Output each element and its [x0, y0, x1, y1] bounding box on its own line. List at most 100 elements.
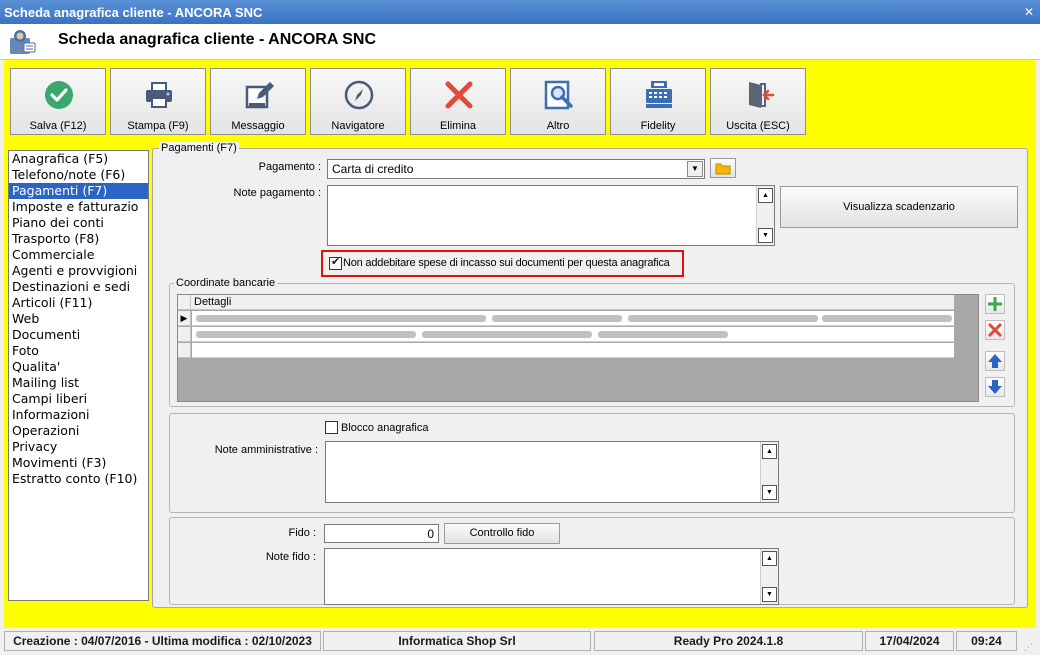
- message-button-label: Messaggio: [231, 120, 285, 132]
- visualizza-scadenzario-button[interactable]: Visualizza scadenzario: [780, 186, 1018, 228]
- sidebar-item-pagamenti[interactable]: Pagamenti (F7): [9, 183, 148, 199]
- fidelity-button-label: Fidelity: [640, 120, 676, 132]
- note-fido-label: Note fido :: [265, 551, 316, 563]
- delete-button[interactable]: Elimina: [410, 68, 506, 135]
- sidebar-item-campi-liberi[interactable]: Campi liberi: [9, 391, 148, 407]
- navigator-button-label: Navigatore: [331, 120, 385, 132]
- fido-group: Fido : 0 Controllo fido Note fido : ▲ ▼: [169, 517, 1015, 605]
- note-amministrative-textarea[interactable]: ▲ ▼: [325, 441, 779, 503]
- window-title: Scheda anagrafica cliente - ANCORA SNC: [4, 5, 263, 20]
- coordinate-grid: Dettagli ▶: [177, 294, 979, 402]
- sidebar-item-foto[interactable]: Foto: [9, 343, 148, 359]
- exit-button[interactable]: Uscita (ESC): [710, 68, 806, 135]
- note-pagamento-label: Note pagamento :: [233, 187, 321, 199]
- fido-label: Fido :: [288, 527, 316, 539]
- sidebar-item-trasporto[interactable]: Trasporto (F8): [9, 231, 148, 247]
- no-spese-checkbox[interactable]: [329, 255, 342, 270]
- navigator-button[interactable]: Navigatore: [310, 68, 406, 135]
- table-row[interactable]: [178, 343, 954, 358]
- status-bar: Creazione : 04/07/2016 - Ultima modifica…: [0, 628, 1040, 655]
- table-cell[interactable]: [192, 311, 954, 326]
- delete-button-label: Elimina: [439, 120, 477, 132]
- note-fido-textarea[interactable]: ▲ ▼: [324, 548, 779, 605]
- sidebar-item-commerciale[interactable]: Commerciale: [9, 247, 148, 263]
- column-dettagli[interactable]: Dettagli: [194, 296, 231, 308]
- current-row-indicator: ▶: [178, 311, 191, 326]
- open-folder-button[interactable]: [710, 158, 736, 178]
- scroll-down-icon[interactable]: ▼: [758, 228, 773, 243]
- delete-row-button[interactable]: [985, 320, 1005, 340]
- note-amministrative-label: Note amministrative :: [214, 444, 318, 456]
- save-button[interactable]: Salva (F12): [10, 68, 106, 135]
- coordinate-bancarie-group: Coordinate bancarie Dettagli ▶: [169, 277, 1015, 407]
- move-up-button[interactable]: [985, 351, 1005, 371]
- compass-icon: [344, 80, 374, 110]
- content-area: Salva (F12) Stampa (F9) Messaggio Naviga…: [4, 60, 1036, 628]
- note-amm-scrollbar[interactable]: ▲ ▼: [760, 442, 778, 502]
- scroll-down-icon[interactable]: ▼: [762, 587, 777, 602]
- customer-card-icon: [10, 30, 36, 54]
- sidebar-item-piano-conti[interactable]: Piano dei conti: [9, 215, 148, 231]
- pagamento-value: Carta di credito: [332, 162, 414, 176]
- sidebar-item-privacy[interactable]: Privacy: [9, 439, 148, 455]
- save-button-label: Salva (F12): [29, 120, 87, 132]
- sidebar-item-telefono[interactable]: Telefono/note (F6): [9, 167, 148, 183]
- row-indicator: [178, 327, 191, 342]
- form-header: Scheda anagrafica cliente - ANCORA SNC: [0, 24, 1040, 60]
- status-dates: Creazione : 04/07/2016 - Ultima modifica…: [4, 631, 321, 651]
- table-cell[interactable]: [192, 327, 954, 342]
- arrow-up-icon: [988, 354, 1002, 368]
- note-pagamento-scrollbar[interactable]: ▲ ▼: [756, 186, 774, 245]
- sidebar-item-estratto-conto[interactable]: Estratto conto (F10): [9, 471, 148, 487]
- controllo-fido-button[interactable]: Controllo fido: [444, 523, 560, 544]
- pagamento-label: Pagamento :: [258, 161, 321, 173]
- page-title: Scheda anagrafica cliente - ANCORA SNC: [58, 31, 377, 48]
- blocco-anagrafica-label: Blocco anagrafica: [341, 422, 429, 434]
- sidebar-item-imposte[interactable]: Imposte e fatturazio: [9, 199, 148, 215]
- chevron-down-icon: ▼: [687, 161, 703, 177]
- scroll-down-icon[interactable]: ▼: [762, 485, 777, 500]
- note-fido-scrollbar[interactable]: ▲ ▼: [760, 549, 778, 604]
- status-company: Informatica Shop Srl: [323, 631, 591, 651]
- table-row[interactable]: [178, 327, 954, 342]
- scroll-up-icon[interactable]: ▲: [762, 444, 777, 459]
- sidebar-item-web[interactable]: Web: [9, 311, 148, 327]
- folder-icon: [715, 163, 731, 175]
- sidebar-item-articoli[interactable]: Articoli (F11): [9, 295, 148, 311]
- exit-button-label: Uscita (ESC): [726, 120, 790, 132]
- sidebar-item-anagrafica[interactable]: Anagrafica (F5): [9, 151, 148, 167]
- sidebar-item-agenti[interactable]: Agenti e provvigioni: [9, 263, 148, 279]
- note-pagamento-textarea[interactable]: ▲ ▼: [327, 185, 775, 246]
- sidebar-item-mailing-list[interactable]: Mailing list: [9, 375, 148, 391]
- status-date: 17/04/2024: [865, 631, 954, 651]
- amministrativo-group: Blocco anagrafica Note amministrative : …: [169, 413, 1015, 513]
- more-button[interactable]: Altro: [510, 68, 606, 135]
- more-button-label: Altro: [546, 120, 570, 132]
- add-row-button[interactable]: [985, 294, 1005, 314]
- close-icon[interactable]: ✕: [1022, 5, 1036, 19]
- sidebar-item-operazioni[interactable]: Operazioni: [9, 423, 148, 439]
- pagamento-select[interactable]: Carta di credito ▼: [327, 159, 705, 179]
- coordinate-group-title: Coordinate bancarie: [174, 277, 278, 289]
- section-nav: Anagrafica (F5) Telefono/note (F6) Pagam…: [8, 150, 149, 601]
- blocco-anagrafica-checkbox[interactable]: [325, 421, 338, 434]
- print-button[interactable]: Stampa (F9): [110, 68, 206, 135]
- sidebar-item-documenti[interactable]: Documenti: [9, 327, 148, 343]
- scroll-up-icon[interactable]: ▲: [758, 188, 773, 203]
- message-button[interactable]: Messaggio: [210, 68, 306, 135]
- table-row[interactable]: ▶: [178, 311, 954, 326]
- table-cell[interactable]: [192, 343, 954, 358]
- sidebar-item-informazioni[interactable]: Informazioni: [9, 407, 148, 423]
- sidebar-item-qualita[interactable]: Qualita': [9, 359, 148, 375]
- delete-x-icon: [987, 322, 1003, 338]
- printer-icon: [146, 82, 172, 108]
- pagamenti-group-title: Pagamenti (F7): [159, 142, 239, 154]
- sidebar-item-destinazioni[interactable]: Destinazioni e sedi: [9, 279, 148, 295]
- fido-input[interactable]: 0: [324, 524, 439, 543]
- fidelity-button[interactable]: Fidelity: [610, 68, 706, 135]
- sidebar-item-movimenti[interactable]: Movimenti (F3): [9, 455, 148, 471]
- check-icon: [45, 81, 73, 109]
- resize-grip-icon[interactable]: ⋰: [1024, 642, 1034, 652]
- scroll-up-icon[interactable]: ▲: [762, 551, 777, 566]
- move-down-button[interactable]: [985, 377, 1005, 397]
